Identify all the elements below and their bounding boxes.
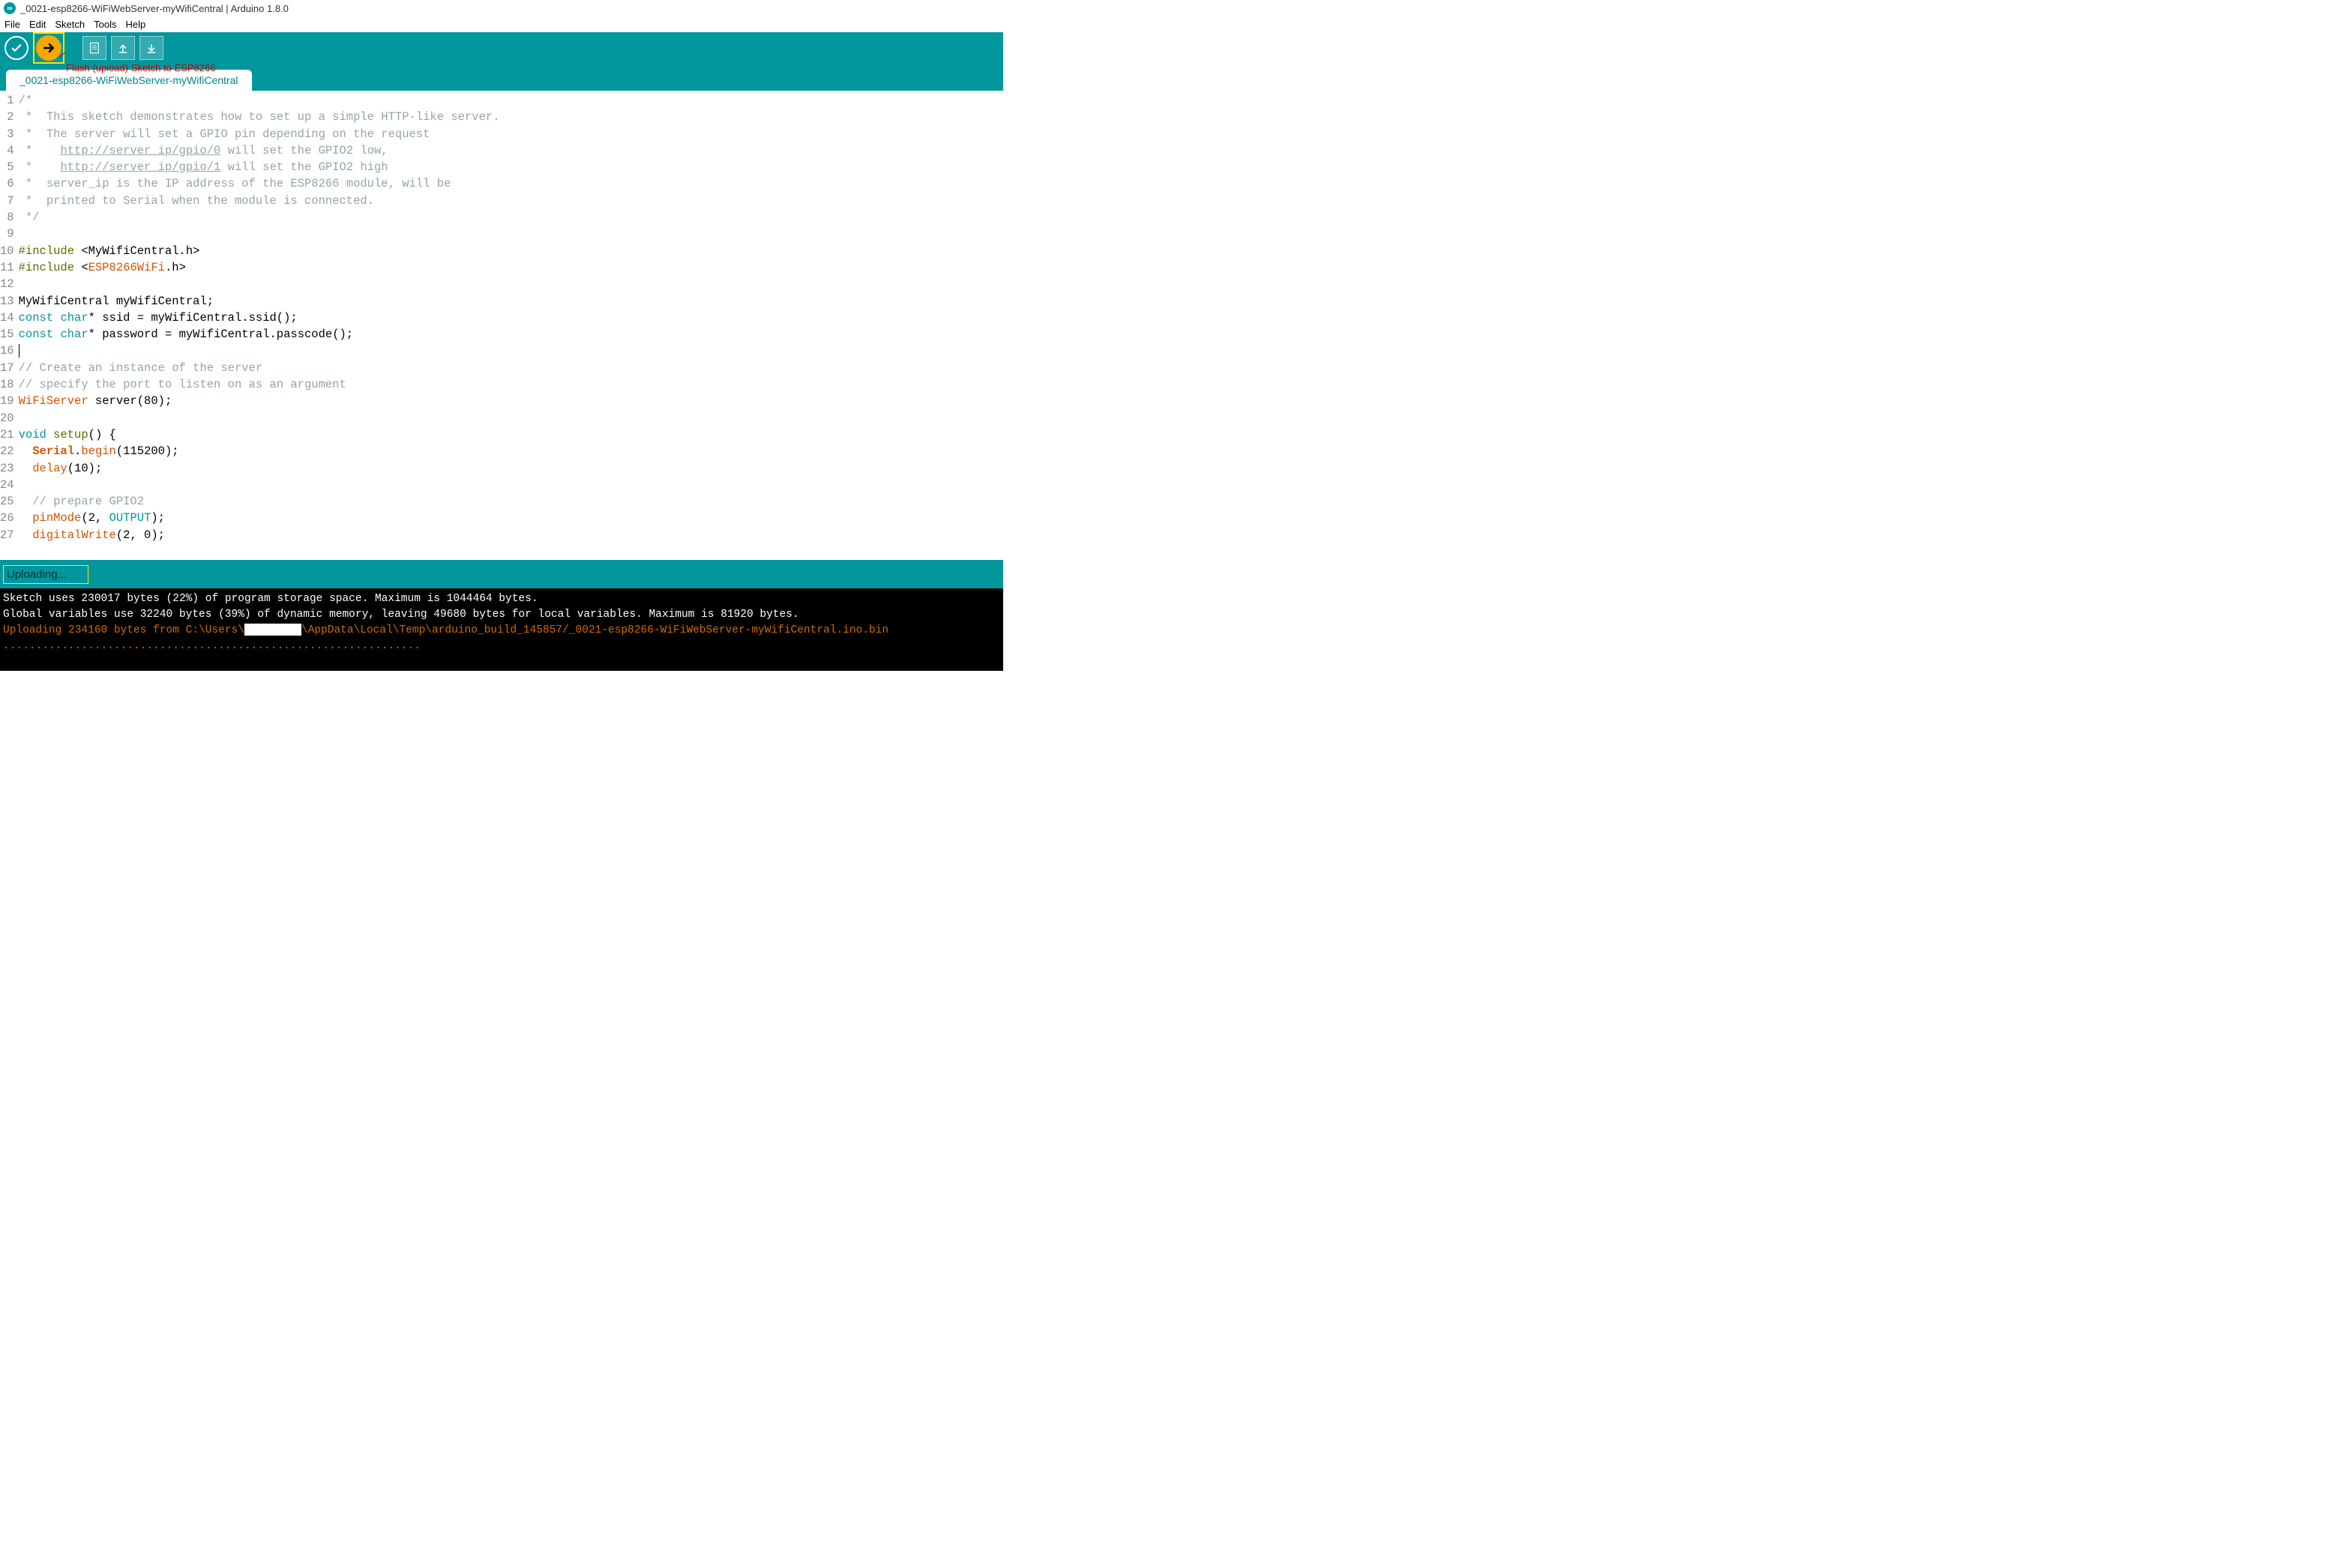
new-sketch-button[interactable]	[82, 36, 106, 60]
code-editor[interactable]: 1234567891011121314151617181920212223242…	[0, 91, 1003, 560]
checkmark-icon	[10, 41, 23, 55]
save-sketch-button[interactable]	[139, 36, 163, 60]
output-console[interactable]: Sketch uses 230017 bytes (22%) of progra…	[0, 588, 1003, 671]
upload-button-highlight	[33, 32, 64, 64]
console-line: Global variables use 32240 bytes (39%) o…	[3, 609, 799, 621]
console-line: Sketch uses 230017 bytes (22%) of progra…	[3, 593, 538, 605]
title-bar: ∞ _0021-esp8266-WiFiWebServer-myWifiCent…	[0, 0, 1003, 16]
status-text: Uploading...	[3, 565, 88, 584]
sketch-tab-label: _0021-esp8266-WiFiWebServer-myWifiCentra…	[19, 74, 238, 86]
console-line-upload: Uploading 234160 bytes from C:\Users\\Ap…	[3, 624, 888, 636]
console-progress-dots: ........................................…	[3, 640, 421, 652]
code-content[interactable]: /* * This sketch demonstrates how to set…	[17, 91, 500, 560]
verify-button[interactable]	[4, 36, 28, 60]
line-gutter: 1234567891011121314151617181920212223242…	[0, 91, 17, 560]
annotation-label: Flash (upload) Sketch to ESP8266	[66, 62, 215, 73]
status-bar: Uploading...	[0, 560, 1003, 588]
menu-help[interactable]: Help	[122, 18, 148, 31]
upload-button[interactable]	[36, 35, 61, 61]
menu-edit[interactable]: Edit	[26, 18, 49, 31]
arduino-icon: ∞	[4, 2, 16, 14]
arrow-right-icon	[41, 40, 56, 55]
menu-bar: File Edit Sketch Tools Help	[0, 16, 1003, 32]
toolbar	[0, 32, 1003, 64]
menu-tools[interactable]: Tools	[91, 18, 119, 31]
arrow-up-icon	[116, 41, 130, 55]
file-icon	[88, 41, 101, 55]
arrow-down-icon	[145, 41, 158, 55]
open-sketch-button[interactable]	[111, 36, 135, 60]
tab-strip: _0021-esp8266-WiFiWebServer-myWifiCentra…	[0, 64, 1003, 91]
sketch-tab[interactable]: _0021-esp8266-WiFiWebServer-myWifiCentra…	[6, 70, 252, 91]
menu-file[interactable]: File	[1, 18, 23, 31]
redacted-username	[244, 624, 301, 636]
window-title: _0021-esp8266-WiFiWebServer-myWifiCentra…	[20, 3, 289, 14]
menu-sketch[interactable]: Sketch	[52, 18, 88, 31]
